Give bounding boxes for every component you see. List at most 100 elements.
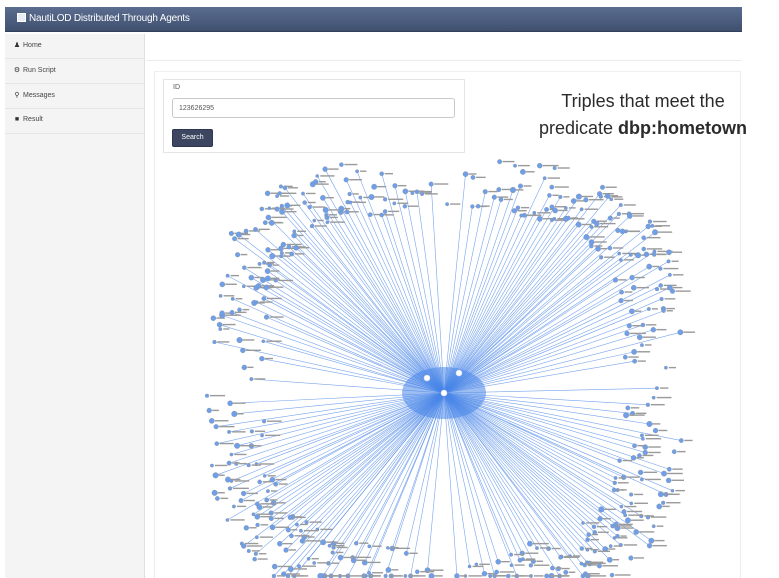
- graph-node[interactable]: [639, 433, 644, 438]
- graph-node[interactable]: [261, 419, 267, 424]
- graph-node[interactable]: [651, 524, 656, 529]
- graph-node[interactable]: [598, 194, 603, 199]
- graph-node[interactable]: [260, 277, 266, 283]
- graph-node[interactable]: [641, 436, 645, 441]
- graph-node[interactable]: [271, 563, 278, 570]
- graph-node[interactable]: [609, 572, 615, 578]
- graph-node[interactable]: [670, 488, 675, 493]
- graph-node[interactable]: [246, 549, 251, 553]
- graph-node[interactable]: [550, 565, 555, 571]
- graph-node[interactable]: [354, 541, 359, 546]
- graph-node[interactable]: [537, 163, 543, 169]
- graph-node[interactable]: [509, 552, 514, 557]
- graph-node[interactable]: [609, 197, 614, 202]
- graph-node[interactable]: [237, 307, 242, 312]
- graph-node[interactable]: [241, 284, 246, 289]
- graph-node[interactable]: [650, 223, 655, 228]
- graph-node[interactable]: [462, 171, 469, 177]
- graph-node[interactable]: [252, 556, 257, 562]
- graph-node[interactable]: [646, 263, 653, 270]
- graph-node[interactable]: [619, 289, 624, 295]
- graph-node[interactable]: [652, 229, 659, 236]
- graph-node[interactable]: [285, 527, 291, 533]
- graph-node[interactable]: [583, 197, 589, 203]
- graph-node[interactable]: [558, 194, 563, 200]
- graph-node[interactable]: [267, 206, 272, 211]
- graph-node[interactable]: [259, 206, 265, 212]
- graph-node[interactable]: [549, 184, 555, 190]
- graph-node[interactable]: [595, 245, 601, 252]
- graph-node[interactable]: [666, 466, 672, 472]
- graph-node[interactable]: [254, 300, 259, 304]
- search-button[interactable]: Search: [172, 129, 213, 147]
- graph-node[interactable]: [515, 205, 521, 210]
- graph-node[interactable]: [385, 567, 392, 573]
- graph-node[interactable]: [227, 486, 233, 491]
- graph-node[interactable]: [612, 536, 617, 540]
- graph-node[interactable]: [215, 496, 220, 501]
- graph-node[interactable]: [544, 207, 549, 212]
- graph-node[interactable]: [297, 564, 302, 569]
- graph-node[interactable]: [229, 452, 234, 457]
- graph-node[interactable]: [257, 261, 262, 266]
- graph-node[interactable]: [219, 281, 226, 288]
- graph-node[interactable]: [547, 193, 552, 198]
- graph-node[interactable]: [535, 546, 539, 550]
- graph-node[interactable]: [656, 503, 663, 510]
- graph-node[interactable]: [367, 570, 371, 575]
- graph-node[interactable]: [598, 506, 605, 513]
- graph-node[interactable]: [513, 163, 517, 168]
- graph-node[interactable]: [246, 463, 251, 468]
- graph-node[interactable]: [238, 498, 244, 504]
- graph-node[interactable]: [658, 283, 664, 288]
- graph-node[interactable]: [312, 218, 317, 223]
- graph-node[interactable]: [575, 193, 582, 200]
- graph-node[interactable]: [632, 443, 637, 449]
- graph-node[interactable]: [295, 522, 299, 527]
- graph-node[interactable]: [213, 424, 219, 430]
- graph-node[interactable]: [210, 463, 214, 468]
- graph-node[interactable]: [608, 544, 613, 548]
- graph-node[interactable]: [580, 573, 586, 578]
- graph-node[interactable]: [558, 555, 563, 560]
- graph-node[interactable]: [585, 537, 590, 542]
- graph-node[interactable]: [306, 556, 311, 561]
- graph-node[interactable]: [641, 246, 646, 252]
- graph-node[interactable]: [291, 232, 297, 239]
- graph-node[interactable]: [646, 421, 653, 427]
- graph-node[interactable]: [271, 573, 276, 578]
- graph-node[interactable]: [243, 228, 249, 234]
- graph-node[interactable]: [623, 513, 628, 518]
- graph-node[interactable]: [625, 405, 631, 411]
- graph-node[interactable]: [622, 354, 628, 360]
- graph-node[interactable]: [509, 186, 517, 194]
- graph-node[interactable]: [259, 356, 265, 362]
- graph-node[interactable]: [313, 179, 319, 185]
- graph-node[interactable]: [629, 501, 634, 506]
- graph-node[interactable]: [262, 260, 266, 265]
- graph-node[interactable]: [383, 197, 388, 202]
- graph-node[interactable]: [646, 543, 653, 549]
- graph-node[interactable]: [636, 334, 643, 341]
- graph-node[interactable]: [338, 205, 345, 212]
- graph-node[interactable]: [253, 227, 258, 232]
- graph-node[interactable]: [392, 201, 397, 206]
- graph-node[interactable]: [264, 497, 270, 503]
- graph-node[interactable]: [262, 220, 268, 226]
- graph-center-node[interactable]: [423, 374, 431, 382]
- graph-node[interactable]: [254, 514, 261, 520]
- graph-node[interactable]: [242, 265, 247, 270]
- graph-node[interactable]: [229, 310, 235, 315]
- graph-node[interactable]: [235, 252, 241, 258]
- graph-node[interactable]: [249, 429, 254, 434]
- graph-node[interactable]: [240, 490, 247, 497]
- graph-node[interactable]: [206, 407, 212, 414]
- graph-node[interactable]: [630, 284, 637, 291]
- graph-node[interactable]: [386, 546, 390, 550]
- graph-node[interactable]: [646, 307, 651, 311]
- graph-node[interactable]: [320, 195, 326, 201]
- graph-node[interactable]: [579, 546, 584, 551]
- graph-node[interactable]: [269, 524, 276, 531]
- graph-node[interactable]: [243, 525, 249, 531]
- graph-node[interactable]: [428, 181, 434, 187]
